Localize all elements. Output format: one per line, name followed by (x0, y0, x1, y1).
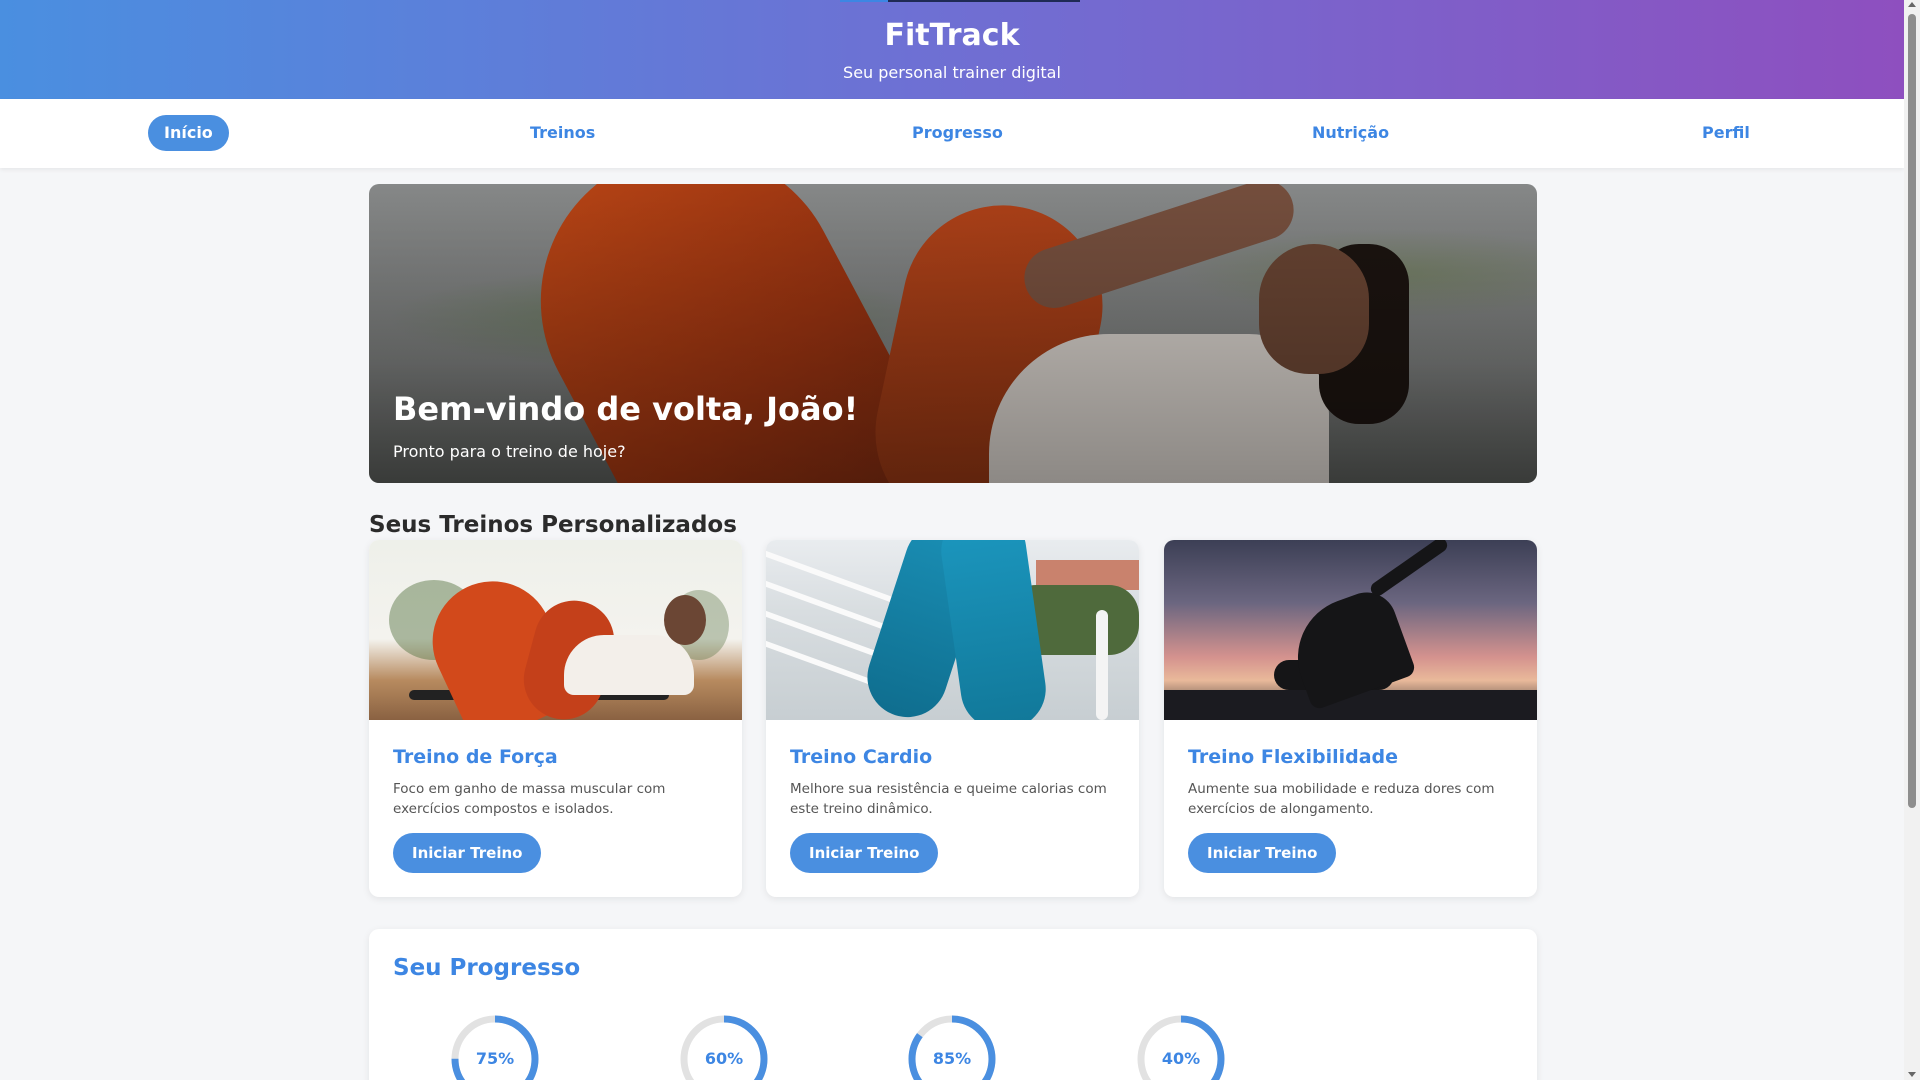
hero-banner: Bem-vindo de volta, João! Pronto para o … (369, 184, 1537, 483)
page-scrollbar[interactable] (1904, 0, 1920, 1080)
progress-ring-label: 40% (1161, 1049, 1201, 1068)
scroll-down-arrow-icon[interactable] (1908, 1072, 1916, 1077)
image-shape (564, 635, 694, 695)
nav-item-inicio[interactable]: Início (148, 115, 229, 151)
hero-title: Bem-vindo de volta, João! (393, 390, 859, 428)
start-workout-button[interactable]: Iniciar Treino (790, 833, 939, 873)
app-title: FitTrack (884, 18, 1020, 53)
nav-item-progresso[interactable]: Progresso (896, 115, 1019, 151)
workout-card-image (1164, 540, 1537, 720)
hero-overlay (369, 184, 1537, 483)
workout-card-description: Melhore sua resistência e queime caloria… (790, 781, 1107, 817)
image-shape (1096, 610, 1108, 720)
progress-ring: 85% (907, 1014, 997, 1080)
workout-card-cardio: Treino Cardio Melhore sua resistência e … (766, 540, 1139, 897)
progress-ring: 75% (450, 1014, 540, 1080)
app-header: FitTrack Seu personal trainer digital (0, 0, 1904, 99)
workout-card-title: Treino Flexibilidade (1188, 746, 1399, 768)
progress-title: Seu Progresso (393, 955, 581, 981)
image-shape (664, 595, 706, 645)
workout-card-image (766, 540, 1139, 720)
image-shape (936, 540, 1051, 720)
workout-card-flexibilidade: Treino Flexibilidade Aumente sua mobilid… (1164, 540, 1537, 897)
workout-card-description: Foco em ganho de massa muscular com exer… (393, 781, 666, 817)
workout-card-forca: Treino de Força Foco em ganho de massa m… (369, 540, 742, 897)
page: FitTrack Seu personal trainer digital In… (0, 0, 1904, 1080)
progress-ring-label: 85% (932, 1049, 972, 1068)
start-workout-button[interactable]: Iniciar Treino (393, 833, 542, 873)
nav-item-treinos[interactable]: Treinos (514, 115, 611, 151)
progress-panel: Seu Progresso 75% 60% 85% 40% (369, 929, 1537, 1080)
workout-card-title: Treino de Força (393, 746, 558, 768)
workout-card-description: Aumente sua mobilidade e reduza dores co… (1188, 781, 1495, 817)
workouts-section-title: Seus Treinos Personalizados (369, 512, 737, 538)
progress-ring-label: 60% (704, 1049, 744, 1068)
header-accent-line-blue (840, 0, 888, 2)
start-workout-button[interactable]: Iniciar Treino (1188, 833, 1337, 873)
scroll-up-arrow-icon[interactable] (1908, 2, 1916, 7)
image-shape (1368, 540, 1450, 599)
progress-ring: 60% (679, 1014, 769, 1080)
progress-ring: 40% (1136, 1014, 1226, 1080)
progress-ring-label: 75% (475, 1049, 515, 1068)
nav-item-perfil[interactable]: Perfil (1686, 115, 1766, 151)
workout-card-title: Treino Cardio (790, 746, 933, 768)
nav-item-nutricao[interactable]: Nutrição (1296, 115, 1405, 151)
app-subtitle: Seu personal trainer digital (843, 63, 1061, 82)
main-nav: Início Treinos Progresso Nutrição Perfil (0, 99, 1904, 168)
hero-subtitle: Pronto para o treino de hoje? (393, 442, 626, 461)
scrollbar-thumb[interactable] (1908, 14, 1916, 808)
workout-card-image (369, 540, 742, 720)
